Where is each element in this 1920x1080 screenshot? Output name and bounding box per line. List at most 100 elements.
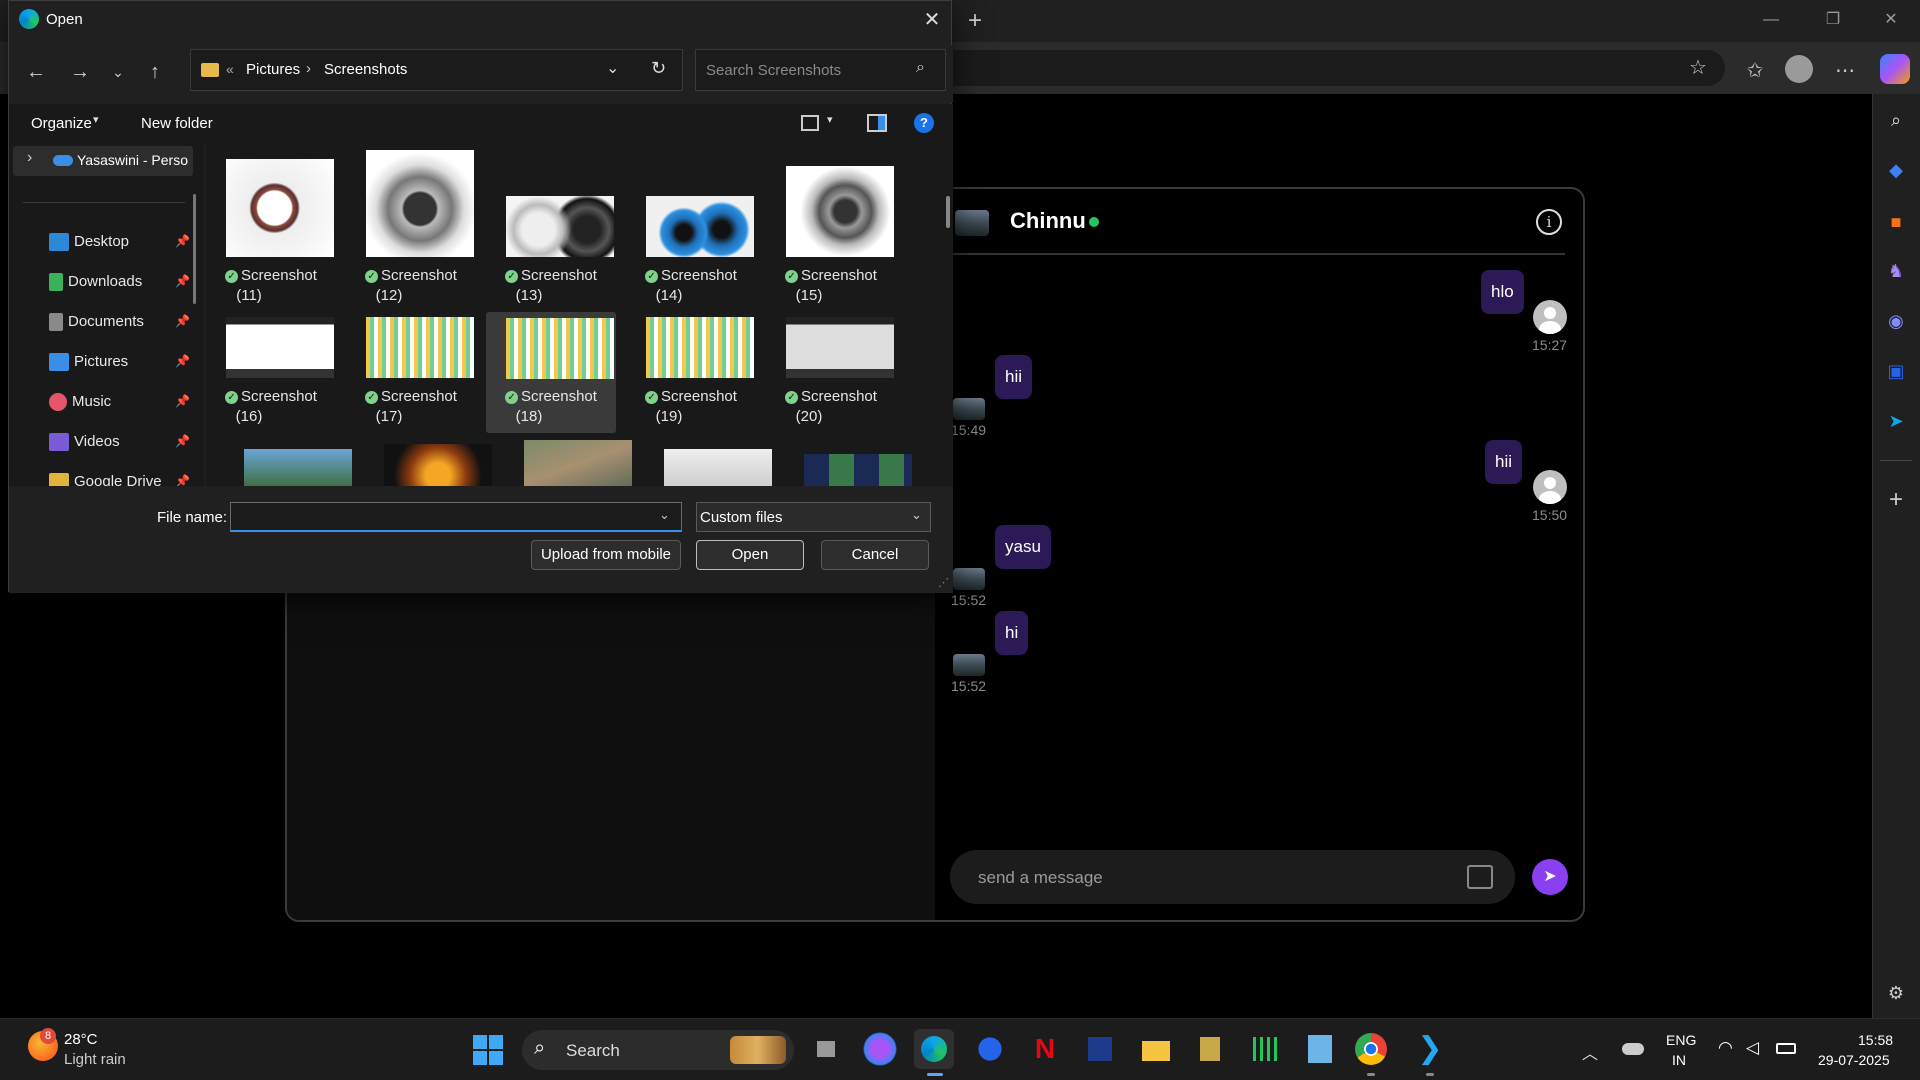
battery-icon[interactable] — [1776, 1043, 1796, 1054]
filetype-dropdown-icon[interactable]: ⌄ — [911, 507, 922, 523]
pin-icon[interactable]: 📌 — [175, 274, 190, 288]
more-menu-icon[interactable]: ⋯ — [1830, 56, 1860, 86]
calculator-app-icon[interactable] — [1300, 1029, 1340, 1069]
nav-item-videos[interactable]: Videos — [49, 427, 120, 457]
tools-app-icon[interactable] — [1190, 1029, 1230, 1069]
pin-icon[interactable]: 📌 — [175, 234, 190, 248]
organize-button[interactable]: Organize — [31, 115, 92, 132]
start-windows-icon[interactable] — [473, 1035, 503, 1065]
file-tile[interactable] — [346, 144, 476, 264]
open-button[interactable]: Open — [696, 540, 804, 570]
filename-dropdown-icon[interactable]: ⌄ — [659, 507, 670, 523]
search-input[interactable] — [706, 60, 906, 80]
weather-condition[interactable]: Light rain — [64, 1051, 126, 1068]
pin-icon[interactable]: 📌 — [175, 394, 190, 408]
wifi-icon[interactable]: ◠ — [1718, 1038, 1733, 1058]
view-dropdown-icon[interactable]: ▾ — [827, 113, 833, 126]
cancel-button[interactable]: Cancel — [821, 540, 929, 570]
add-icon[interactable]: + — [1881, 485, 1911, 515]
tools-icon[interactable]: ■ — [1881, 207, 1911, 237]
profile-avatar-icon[interactable] — [1785, 55, 1813, 83]
close-icon[interactable]: ✕ — [917, 7, 947, 33]
outlook-icon[interactable]: ▣ — [1881, 356, 1911, 386]
up-arrow-icon[interactable]: ↑ — [140, 57, 170, 87]
copilot-sidebar-icon[interactable]: ◉ — [1881, 306, 1911, 336]
favorite-star-icon[interactable]: ☆ — [1685, 55, 1711, 81]
pin-icon[interactable]: 📌 — [175, 314, 190, 328]
back-arrow-icon[interactable]: ← — [21, 57, 51, 87]
expand-chevron-icon[interactable]: › — [27, 149, 32, 167]
preview-pane-icon[interactable] — [867, 114, 887, 132]
file-thumbnail[interactable] — [524, 440, 632, 486]
store-icon[interactable] — [970, 1029, 1010, 1069]
nav-item-pictures[interactable]: Pictures — [49, 347, 128, 377]
nav-item-documents[interactable]: Documents — [49, 307, 144, 337]
dev-home-icon[interactable] — [1080, 1029, 1120, 1069]
message-input[interactable] — [978, 864, 1428, 892]
settings-gear-icon[interactable]: ⚙ — [1881, 978, 1911, 1008]
forward-arrow-icon[interactable]: → — [65, 57, 95, 87]
pin-icon[interactable]: 📌 — [175, 354, 190, 368]
games-icon[interactable]: ♞ — [1881, 256, 1911, 286]
file-thumbnail[interactable] — [244, 449, 352, 486]
file-tile[interactable] — [486, 144, 616, 264]
vscode-icon[interactable]: ❯ — [1410, 1029, 1450, 1069]
onedrive-tray-icon[interactable] — [1622, 1043, 1644, 1055]
address-bar[interactable]: ☆ — [940, 50, 1725, 86]
new-tab-icon[interactable]: + — [960, 6, 990, 36]
view-mode-icon[interactable] — [801, 115, 819, 131]
filetype-select[interactable]: Custom files ⌄ — [696, 502, 931, 532]
search-icon[interactable]: ⌕ — [916, 59, 925, 77]
chrome-icon[interactable] — [1355, 1033, 1387, 1065]
pin-icon[interactable]: 📌 — [175, 434, 190, 448]
copilot-icon[interactable] — [1880, 54, 1910, 84]
info-icon[interactable]: i — [1536, 209, 1562, 235]
path-dropdown-icon[interactable]: ⌄ — [606, 58, 619, 78]
telegram-icon[interactable]: ➤ — [1881, 406, 1911, 436]
file-thumbnail[interactable] — [664, 449, 772, 486]
volume-icon[interactable]: ◁ — [1746, 1038, 1759, 1058]
minimize-icon[interactable]: — — [1756, 8, 1786, 32]
nav-item-downloads[interactable]: Downloads — [49, 267, 142, 297]
restore-icon[interactable]: ❐ — [1818, 8, 1848, 32]
language-bottom[interactable]: IN — [1672, 1052, 1686, 1068]
shopping-tag-icon[interactable]: ◆ — [1881, 155, 1911, 185]
file-tile[interactable] — [626, 144, 756, 264]
resize-grip-icon[interactable]: ⋰ — [938, 576, 949, 589]
file-explorer-icon[interactable] — [1136, 1029, 1176, 1069]
organize-dropdown-icon[interactable]: ▾ — [93, 113, 99, 126]
show-hidden-icons-icon[interactable]: ︿ — [1582, 1040, 1598, 1064]
task-view-icon[interactable] — [807, 1029, 847, 1069]
file-tile[interactable] — [206, 144, 336, 264]
nav-item-desktop[interactable]: Desktop — [49, 227, 129, 257]
file-thumbnail[interactable] — [384, 444, 492, 486]
copilot-app-icon[interactable] — [860, 1029, 900, 1069]
grid-scrollbar[interactable] — [946, 196, 950, 228]
new-folder-button[interactable]: New folder — [141, 115, 213, 132]
image-upload-icon[interactable] — [1467, 865, 1493, 889]
nav-item-music[interactable]: Music — [49, 387, 111, 417]
recent-dropdown-icon[interactable]: ⌄ — [103, 57, 133, 87]
chart-app-icon[interactable] — [1245, 1029, 1285, 1069]
weather-temp[interactable]: 28°C — [64, 1031, 98, 1048]
send-button[interactable]: ➤ — [1532, 859, 1568, 895]
refresh-icon[interactable]: ↻ — [651, 58, 666, 79]
breadcrumb-screenshots[interactable]: Screenshots — [324, 61, 407, 78]
language-top[interactable]: ENG — [1666, 1032, 1696, 1048]
breadcrumb-pictures[interactable]: Pictures — [246, 61, 300, 78]
taskbar-search-box[interactable]: ⌕ Search — [522, 1030, 794, 1070]
file-thumbnail[interactable] — [804, 454, 912, 486]
close-window-icon[interactable]: ✕ — [1876, 8, 1906, 32]
clock-date[interactable]: 29-07-2025 — [1818, 1052, 1890, 1068]
edge-app-icon[interactable] — [914, 1029, 954, 1069]
file-tile[interactable] — [766, 144, 896, 264]
address-path-box[interactable]: « Pictures › Screenshots ⌄ ↻ — [190, 49, 683, 91]
help-icon[interactable]: ? — [914, 113, 934, 133]
filename-field[interactable]: ⌄ — [230, 502, 682, 532]
favorites-icon[interactable]: ✩ — [1740, 56, 1770, 86]
netflix-icon[interactable]: N — [1025, 1029, 1065, 1069]
upload-from-mobile-button[interactable]: Upload from mobile — [531, 540, 681, 570]
clock-time[interactable]: 15:58 — [1858, 1032, 1893, 1048]
nav-scrollbar[interactable] — [193, 194, 196, 304]
search-icon[interactable]: ⌕ — [1881, 105, 1911, 135]
